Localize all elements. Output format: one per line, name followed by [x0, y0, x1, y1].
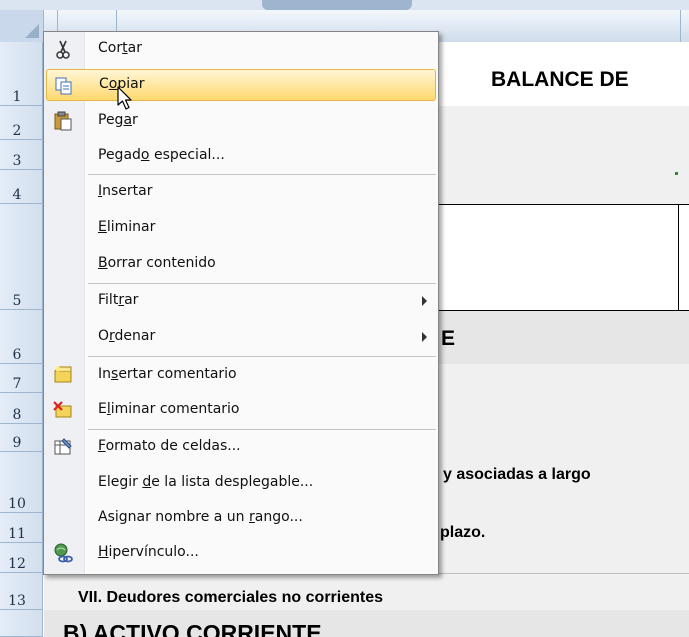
menu-item-insertar-comentario[interactable]: Insertar comentario [46, 359, 436, 391]
menu-item-label: Pegar [98, 112, 138, 128]
menu-item-label: Pegado especial... [98, 147, 225, 163]
menu-item-elegir-lista[interactable]: Elegir de la lista desplegable... [46, 467, 436, 499]
row-header-10[interactable]: 10 [0, 452, 43, 513]
row-number: 8 [12, 407, 22, 423]
copy-icon [55, 77, 72, 95]
cell-border [678, 204, 679, 310]
row-header-2[interactable]: 2 [0, 106, 43, 140]
select-all-triangle-icon [25, 24, 39, 38]
row-number: 10 [8, 496, 26, 512]
menu-item-label: Ordenar [98, 328, 156, 344]
menu-item-label: Cortar [98, 40, 142, 56]
row-header-12[interactable]: 12 [0, 543, 43, 573]
row-number: 12 [8, 556, 26, 572]
mouse-pointer-icon [117, 86, 132, 110]
row-header-5[interactable]: 5 [0, 204, 43, 310]
menu-separator [88, 174, 436, 175]
menu-item-label: Formato de celdas... [98, 438, 241, 454]
menu-item-borrar-contenido[interactable]: Borrar contenido [46, 248, 436, 280]
submenu-arrow-icon [422, 296, 427, 306]
menu-item-label: Borrar contenido [98, 255, 216, 271]
menu-item-eliminar[interactable]: Eliminar [46, 212, 436, 244]
row-number: 7 [12, 376, 22, 392]
menu-item-copiar[interactable]: Copiar [46, 69, 436, 101]
row-header-4[interactable]: 4 [0, 170, 43, 204]
menu-item-pegado-especial[interactable]: Pegado especial... [46, 140, 436, 172]
menu-separator [88, 283, 436, 284]
menu-item-asignar-nombre[interactable]: Asignar nombre a un rango... [46, 502, 436, 534]
scissors-icon [56, 40, 70, 59]
menu-item-cortar[interactable]: Cortar [46, 33, 436, 65]
row-header-8[interactable]: 8 [0, 393, 43, 424]
row-header-13[interactable]: 13 [0, 573, 43, 610]
row6-text: E [441, 327, 456, 350]
menu-item-label: Filtrar [98, 292, 139, 308]
ribbon-tab-shade [262, 0, 412, 10]
delete-comment-icon [53, 401, 72, 418]
menu-item-formato-celdas[interactable]: Formato de celdas... [46, 431, 436, 463]
submenu-arrow-icon [422, 332, 427, 342]
menu-item-hipervinculo[interactable]: Hipervínculo... [46, 537, 436, 569]
row-number: 4 [12, 187, 22, 203]
row-number: 3 [12, 153, 22, 169]
sheet-title: BALANCE DE [491, 68, 629, 91]
row-number: 5 [12, 293, 22, 309]
menu-item-label: Asignar nombre a un rango... [98, 509, 303, 525]
menu-item-label: Eliminar [98, 219, 156, 235]
row-header-7[interactable]: 7 [0, 364, 43, 393]
paste-icon [54, 111, 72, 131]
ribbon-edge [0, 0, 689, 10]
row-header-14[interactable] [0, 610, 43, 637]
format-cells-icon [54, 438, 72, 455]
row10-text: y asociadas a largo [443, 466, 591, 483]
menu-item-label: Insertar comentario [98, 366, 237, 382]
row-number: 9 [12, 435, 22, 451]
row-header-9[interactable]: 9 [0, 424, 43, 452]
row-number: 11 [8, 526, 26, 542]
row-header-1[interactable]: 1 [0, 42, 43, 106]
hyperlink-icon [54, 543, 73, 563]
row-header-11[interactable]: 11 [0, 513, 43, 543]
row-number: 1 [12, 89, 22, 105]
new-comment-icon [54, 366, 72, 383]
menu-item-label: Eliminar comentario [98, 401, 240, 417]
bottom-text: B) ACTIVO CORRIENTE [63, 620, 322, 637]
row11-text: plazo. [440, 524, 486, 541]
row-header-3[interactable]: 3 [0, 140, 43, 170]
menu-separator [88, 356, 436, 357]
row-number: 2 [12, 123, 22, 139]
menu-separator [88, 429, 436, 430]
column-separator [680, 10, 681, 42]
row13-text: VII. Deudores comerciales no corrientes [78, 589, 384, 606]
menu-item-insertar[interactable]: Insertar [46, 176, 436, 208]
row-number: 13 [8, 593, 26, 609]
menu-item-filtrar[interactable]: Filtrar [46, 285, 436, 317]
menu-item-pegar[interactable]: Pegar [46, 105, 436, 137]
row-header-6[interactable]: 6 [0, 310, 43, 364]
menu-item-ordenar[interactable]: Ordenar [46, 321, 436, 353]
cell-indicator [675, 172, 678, 175]
cell-row-14[interactable]: B) ACTIVO CORRIENTE [44, 610, 689, 637]
row-number: 6 [12, 347, 22, 363]
context-menu: Cortar Copiar Pegar Pegado especial... I… [43, 31, 439, 575]
menu-item-label: Insertar [98, 183, 153, 199]
menu-item-eliminar-comentario[interactable]: Eliminar comentario [46, 394, 436, 426]
menu-item-label: Elegir de la lista desplegable... [98, 474, 314, 490]
select-all-button[interactable] [0, 10, 44, 42]
menu-item-label: Hipervínculo... [98, 544, 199, 560]
